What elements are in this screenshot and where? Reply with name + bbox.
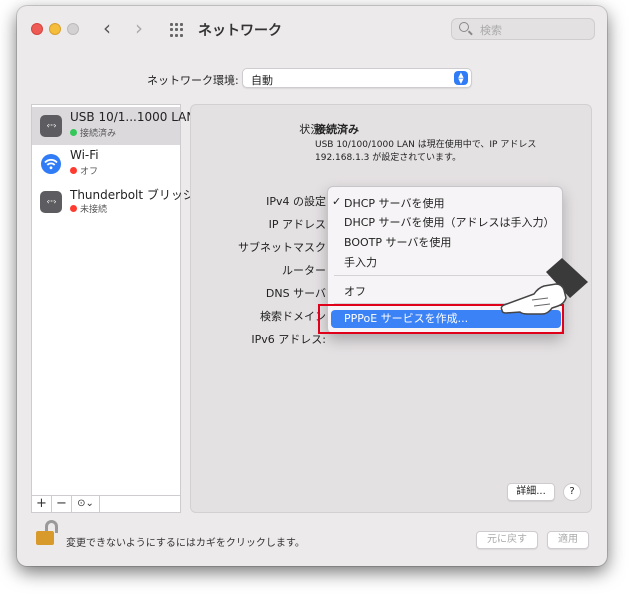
checkmark-icon: ✓ (332, 195, 342, 208)
service-name: Wi-Fi (70, 148, 99, 162)
revert-button[interactable]: 元に戻す (476, 531, 538, 549)
menu-item-dhcp[interactable]: ✓ DHCP サーバを使用 (332, 195, 445, 211)
location-value: 自動 (251, 74, 273, 87)
menu-item-off[interactable]: オフ (344, 283, 366, 299)
zoom-button[interactable] (67, 23, 79, 35)
search-placeholder: 検索 (480, 24, 502, 37)
show-all-grid-icon[interactable] (170, 23, 184, 37)
service-status: 未接続 (70, 202, 107, 215)
minimize-button[interactable] (49, 23, 61, 35)
ipv6-address-label: IPv6 アドレス: (251, 333, 326, 346)
remove-service-button[interactable]: − (52, 496, 72, 512)
status-dot-icon (70, 205, 77, 212)
menu-item-manual[interactable]: 手入力 (344, 254, 377, 270)
ethernet-icon: ‹···› (40, 115, 62, 137)
menu-item-bootp[interactable]: BOOTP サーバを使用 (344, 234, 451, 250)
status-description: USB 10/100/1000 LAN は現在使用中で、IP アドレス 192.… (315, 140, 537, 163)
service-item-thunderbolt-bridge[interactable]: ‹···› Thunderbolt ブリッジ 未接続 (32, 183, 195, 221)
ip-address-label: IP アドレス (268, 218, 326, 231)
menu-item-dhcp-manual[interactable]: DHCP サーバを使用（アドレスは手入力） (344, 214, 554, 230)
location-label: ネットワーク環境: (147, 74, 239, 87)
service-list-toolbar: + − ⊙⌄ (31, 495, 181, 513)
dns-server-label: DNS サーバ (265, 287, 326, 300)
status-value: 接続済み (315, 123, 359, 136)
action-menu-button[interactable]: ⊙⌄ (72, 496, 100, 512)
search-domain-label: 検索ドメイン (260, 310, 326, 323)
help-button[interactable]: ? (563, 483, 581, 501)
apply-button[interactable]: 適用 (547, 531, 589, 549)
service-list: ‹···› USB 10/1...1000 LAN 接続済み Wi-Fi オフ … (31, 104, 195, 496)
service-item-usb-lan[interactable]: ‹···› USB 10/1...1000 LAN 接続済み (32, 107, 195, 145)
pointing-hand-icon (498, 258, 588, 323)
router-label: ルーター (282, 264, 326, 277)
window-title: ネットワーク (198, 23, 282, 39)
add-service-button[interactable]: + (32, 496, 52, 512)
titlebar: ‹ › ネットワーク 検索 (17, 6, 607, 52)
location-select[interactable]: 自動 ▲ ▼ (242, 68, 472, 88)
service-status: 接続済み (70, 126, 116, 139)
search-icon (459, 22, 469, 32)
status-dot-icon (70, 167, 77, 174)
advanced-button[interactable]: 詳細... (507, 483, 555, 501)
service-status-text: オフ (80, 167, 99, 177)
service-status-text: 未接続 (80, 205, 108, 215)
service-item-wifi[interactable]: Wi-Fi オフ (32, 145, 180, 183)
menu-item-label: DHCP サーバを使用 (344, 197, 445, 210)
service-name: USB 10/1...1000 LAN (70, 110, 196, 124)
search-field[interactable]: 検索 (451, 18, 595, 40)
ethernet-icon: ‹···› (40, 191, 62, 213)
wifi-icon (40, 153, 62, 175)
ipv4-config-label: IPv4 の設定 (266, 195, 326, 208)
forward-arrow-icon[interactable]: › (135, 18, 143, 38)
service-status: オフ (70, 164, 98, 177)
status-dot-icon (70, 129, 77, 136)
lock-message: 変更できないようにするにはカギをクリックします。 (66, 538, 305, 549)
lock-icon[interactable] (36, 520, 58, 546)
close-button[interactable] (31, 23, 43, 35)
chevron-updown-icon: ▲ ▼ (454, 71, 468, 85)
back-arrow-icon[interactable]: ‹ (103, 18, 111, 38)
service-status-text: 接続済み (80, 129, 117, 139)
subnet-mask-label: サブネットマスク (238, 241, 326, 254)
service-name: Thunderbolt ブリッジ (70, 188, 195, 202)
